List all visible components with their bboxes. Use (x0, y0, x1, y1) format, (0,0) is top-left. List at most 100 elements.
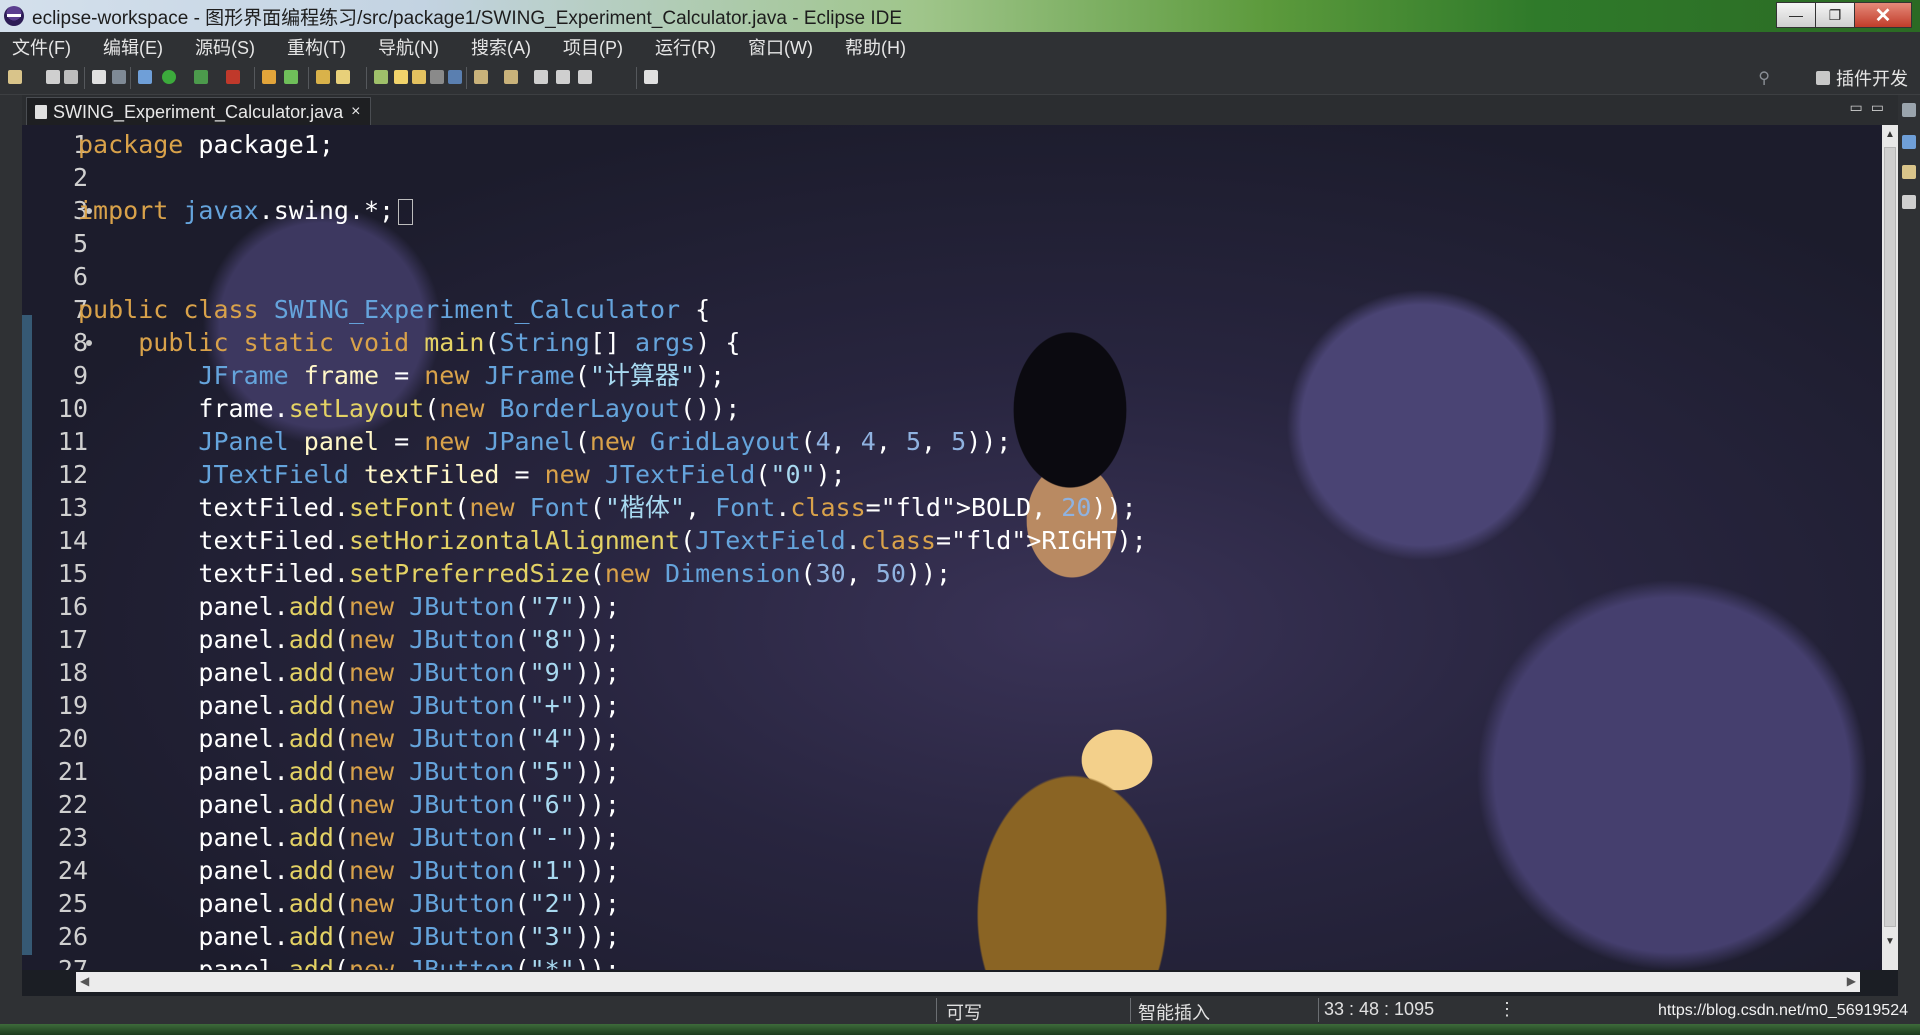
code-line[interactable]: panel.add(new JButton("*")); (78, 953, 619, 970)
scroll-down-arrow-icon[interactable]: ▼ (1884, 934, 1896, 950)
outline-view-icon[interactable] (1902, 135, 1916, 149)
coverage-icon[interactable] (194, 70, 208, 84)
watermark-url: https://blog.csdn.net/m0_56919524 (1658, 1002, 1908, 1019)
code-line[interactable]: panel.add(new JButton("4")); (78, 722, 619, 755)
new-icon[interactable] (8, 70, 22, 84)
code-line[interactable]: textFiled.setPreferredSize(new Dimension… (78, 557, 951, 590)
scroll-up-arrow-icon[interactable]: ▲ (1884, 127, 1896, 143)
toolbar-separator (308, 67, 309, 89)
debug-icon[interactable] (138, 70, 152, 84)
scroll-left-arrow-icon[interactable]: ◀ (80, 974, 89, 988)
forward-icon[interactable] (578, 70, 592, 84)
menu-edit[interactable]: 编辑(E) (91, 34, 175, 60)
scroll-right-arrow-icon[interactable]: ▶ (1847, 974, 1856, 988)
window-title: eclipse-workspace - 图形界面编程练习/src/package… (32, 7, 903, 29)
code-line[interactable]: package package1; (78, 128, 334, 161)
close-button[interactable]: ✕ (1854, 2, 1912, 28)
save-all-icon[interactable] (64, 70, 78, 84)
editor-tab-label: SWING_Experiment_Calculator.java (53, 101, 344, 122)
menu-search[interactable]: 搜索(A) (459, 34, 543, 60)
search-icon[interactable]: ⚲ (1758, 68, 1770, 88)
code-line[interactable]: JFrame frame = new JFrame("计算器"); (78, 359, 725, 392)
title-bar: eclipse-workspace - 图形界面编程练习/src/package… (0, 0, 1920, 32)
toolbar-separator (254, 67, 255, 89)
external-tools-icon[interactable] (226, 70, 240, 84)
restore-view-icon[interactable] (1902, 103, 1916, 117)
menu-source[interactable]: 源码(S) (183, 34, 267, 60)
menu-help[interactable]: 帮助(H) (833, 34, 918, 60)
code-line[interactable]: panel.add(new JButton("1")); (78, 854, 619, 887)
code-line[interactable]: public static void main(String[] args) { (78, 326, 740, 359)
code-line[interactable]: textFiled.setFont(new Font("楷体", Font.cl… (78, 491, 1136, 524)
code-line[interactable]: panel.add(new JButton("5")); (78, 755, 619, 788)
cursor-position-status: 33 : 48 : 1095 (1324, 999, 1435, 1019)
previous-annotation-icon[interactable] (504, 70, 518, 84)
maximize-button[interactable]: ❐ (1815, 2, 1855, 28)
code-line[interactable]: panel.add(new JButton("7")); (78, 590, 619, 623)
task-list-icon[interactable] (1902, 165, 1916, 179)
code-line[interactable]: panel.add(new JButton("9")); (78, 656, 619, 689)
main-toolbar: ⚲ 插件开发 (0, 62, 1920, 95)
vertical-scrollbar-thumb[interactable] (1884, 147, 1896, 927)
menu-navigate[interactable]: 导航(N) (366, 34, 451, 60)
horizontal-scrollbar[interactable]: ◀ ▶ (76, 972, 1860, 992)
pin-editor-icon[interactable] (644, 70, 658, 84)
menu-file[interactable]: 文件(F) (0, 34, 83, 60)
toggle-word-wrap-icon[interactable] (394, 70, 408, 84)
editor-view-controls[interactable]: ▭▭ (1850, 99, 1892, 116)
plugin-perspective-icon (1816, 71, 1830, 85)
last-edit-location-icon[interactable] (534, 70, 548, 84)
editor-tab[interactable]: SWING_Experiment_Calculator.java × (26, 97, 372, 126)
line-number: 2 (72, 163, 88, 192)
menu-project[interactable]: 项目(P) (551, 34, 635, 60)
code-line[interactable]: import javax.swing.*; (78, 194, 414, 227)
show-whitespace-icon[interactable] (430, 70, 444, 84)
toolbar-separator (366, 67, 367, 89)
code-line[interactable]: panel.add(new JButton("-")); (78, 821, 619, 854)
toolbar-separator (466, 67, 467, 89)
status-more-icon[interactable]: ⋮ (1498, 999, 1516, 1020)
code-line[interactable]: panel.add(new JButton("6")); (78, 788, 619, 821)
status-separator (1130, 998, 1131, 1022)
save-icon[interactable] (46, 70, 60, 84)
new-java-class-icon[interactable] (284, 70, 298, 84)
back-icon[interactable] (556, 70, 570, 84)
code-line[interactable]: JPanel panel = new JPanel(new GridLayout… (78, 425, 1011, 458)
pilcrow-icon[interactable] (448, 70, 462, 84)
minimize-button[interactable]: — (1776, 2, 1816, 28)
perspective-label: 插件开发 (1836, 69, 1908, 89)
code-line[interactable]: textFiled.setHorizontalAlignment(JTextFi… (78, 524, 1146, 557)
tab-close-icon[interactable]: × (351, 103, 360, 121)
open-type-icon[interactable] (316, 70, 330, 84)
new-java-project-icon[interactable] (262, 70, 276, 84)
block-selection-icon[interactable] (412, 70, 426, 84)
window-controls: — ❐ ✕ (1776, 2, 1912, 28)
code-line[interactable]: panel.add(new JButton("3")); (78, 920, 619, 953)
code-line[interactable]: JTextField textFiled = new JTextField("0… (78, 458, 845, 491)
code-line[interactable]: public class SWING_Experiment_Calculator… (78, 293, 710, 326)
vertical-scrollbar[interactable]: ▲ ▼ (1882, 125, 1898, 970)
menu-run[interactable]: 运行(R) (643, 34, 728, 60)
code-line[interactable]: panel.add(new JButton("2")); (78, 887, 619, 920)
code-line[interactable]: frame.setLayout(new BorderLayout()); (78, 392, 740, 425)
toolbar-separator (130, 67, 131, 89)
code-line[interactable]: panel.add(new JButton("8")); (78, 623, 619, 656)
menu-refactor[interactable]: 重构(T) (275, 34, 358, 60)
menu-window[interactable]: 窗口(W) (736, 34, 825, 60)
status-separator (936, 998, 937, 1022)
console-view-icon[interactable] (1902, 195, 1916, 209)
eclipse-logo-icon (4, 6, 24, 26)
line-number: 5 (72, 229, 88, 258)
skip-breakpoints-icon[interactable] (112, 70, 126, 84)
code-line[interactable]: panel.add(new JButton("+")); (78, 689, 619, 722)
search-tool-icon[interactable] (336, 70, 350, 84)
perspective-switcher[interactable]: 插件开发 (1816, 66, 1908, 90)
java-file-icon (35, 105, 47, 119)
menu-bar: 文件(F) 编辑(E) 源码(S) 重构(T) 导航(N) 搜索(A) 项目(P… (0, 32, 1920, 62)
next-annotation-icon[interactable] (474, 70, 488, 84)
toggle-mark-occurrences-icon[interactable] (374, 70, 388, 84)
run-icon[interactable] (162, 70, 176, 84)
code-editor[interactable]: 1 2 3 5 6 7 8 9 10 11 12 13 14 15 16 17 18 19 20 21 22 23 24 25… (22, 125, 1898, 970)
terminal-icon[interactable] (92, 70, 106, 84)
folded-imports-icon[interactable] (398, 199, 414, 225)
